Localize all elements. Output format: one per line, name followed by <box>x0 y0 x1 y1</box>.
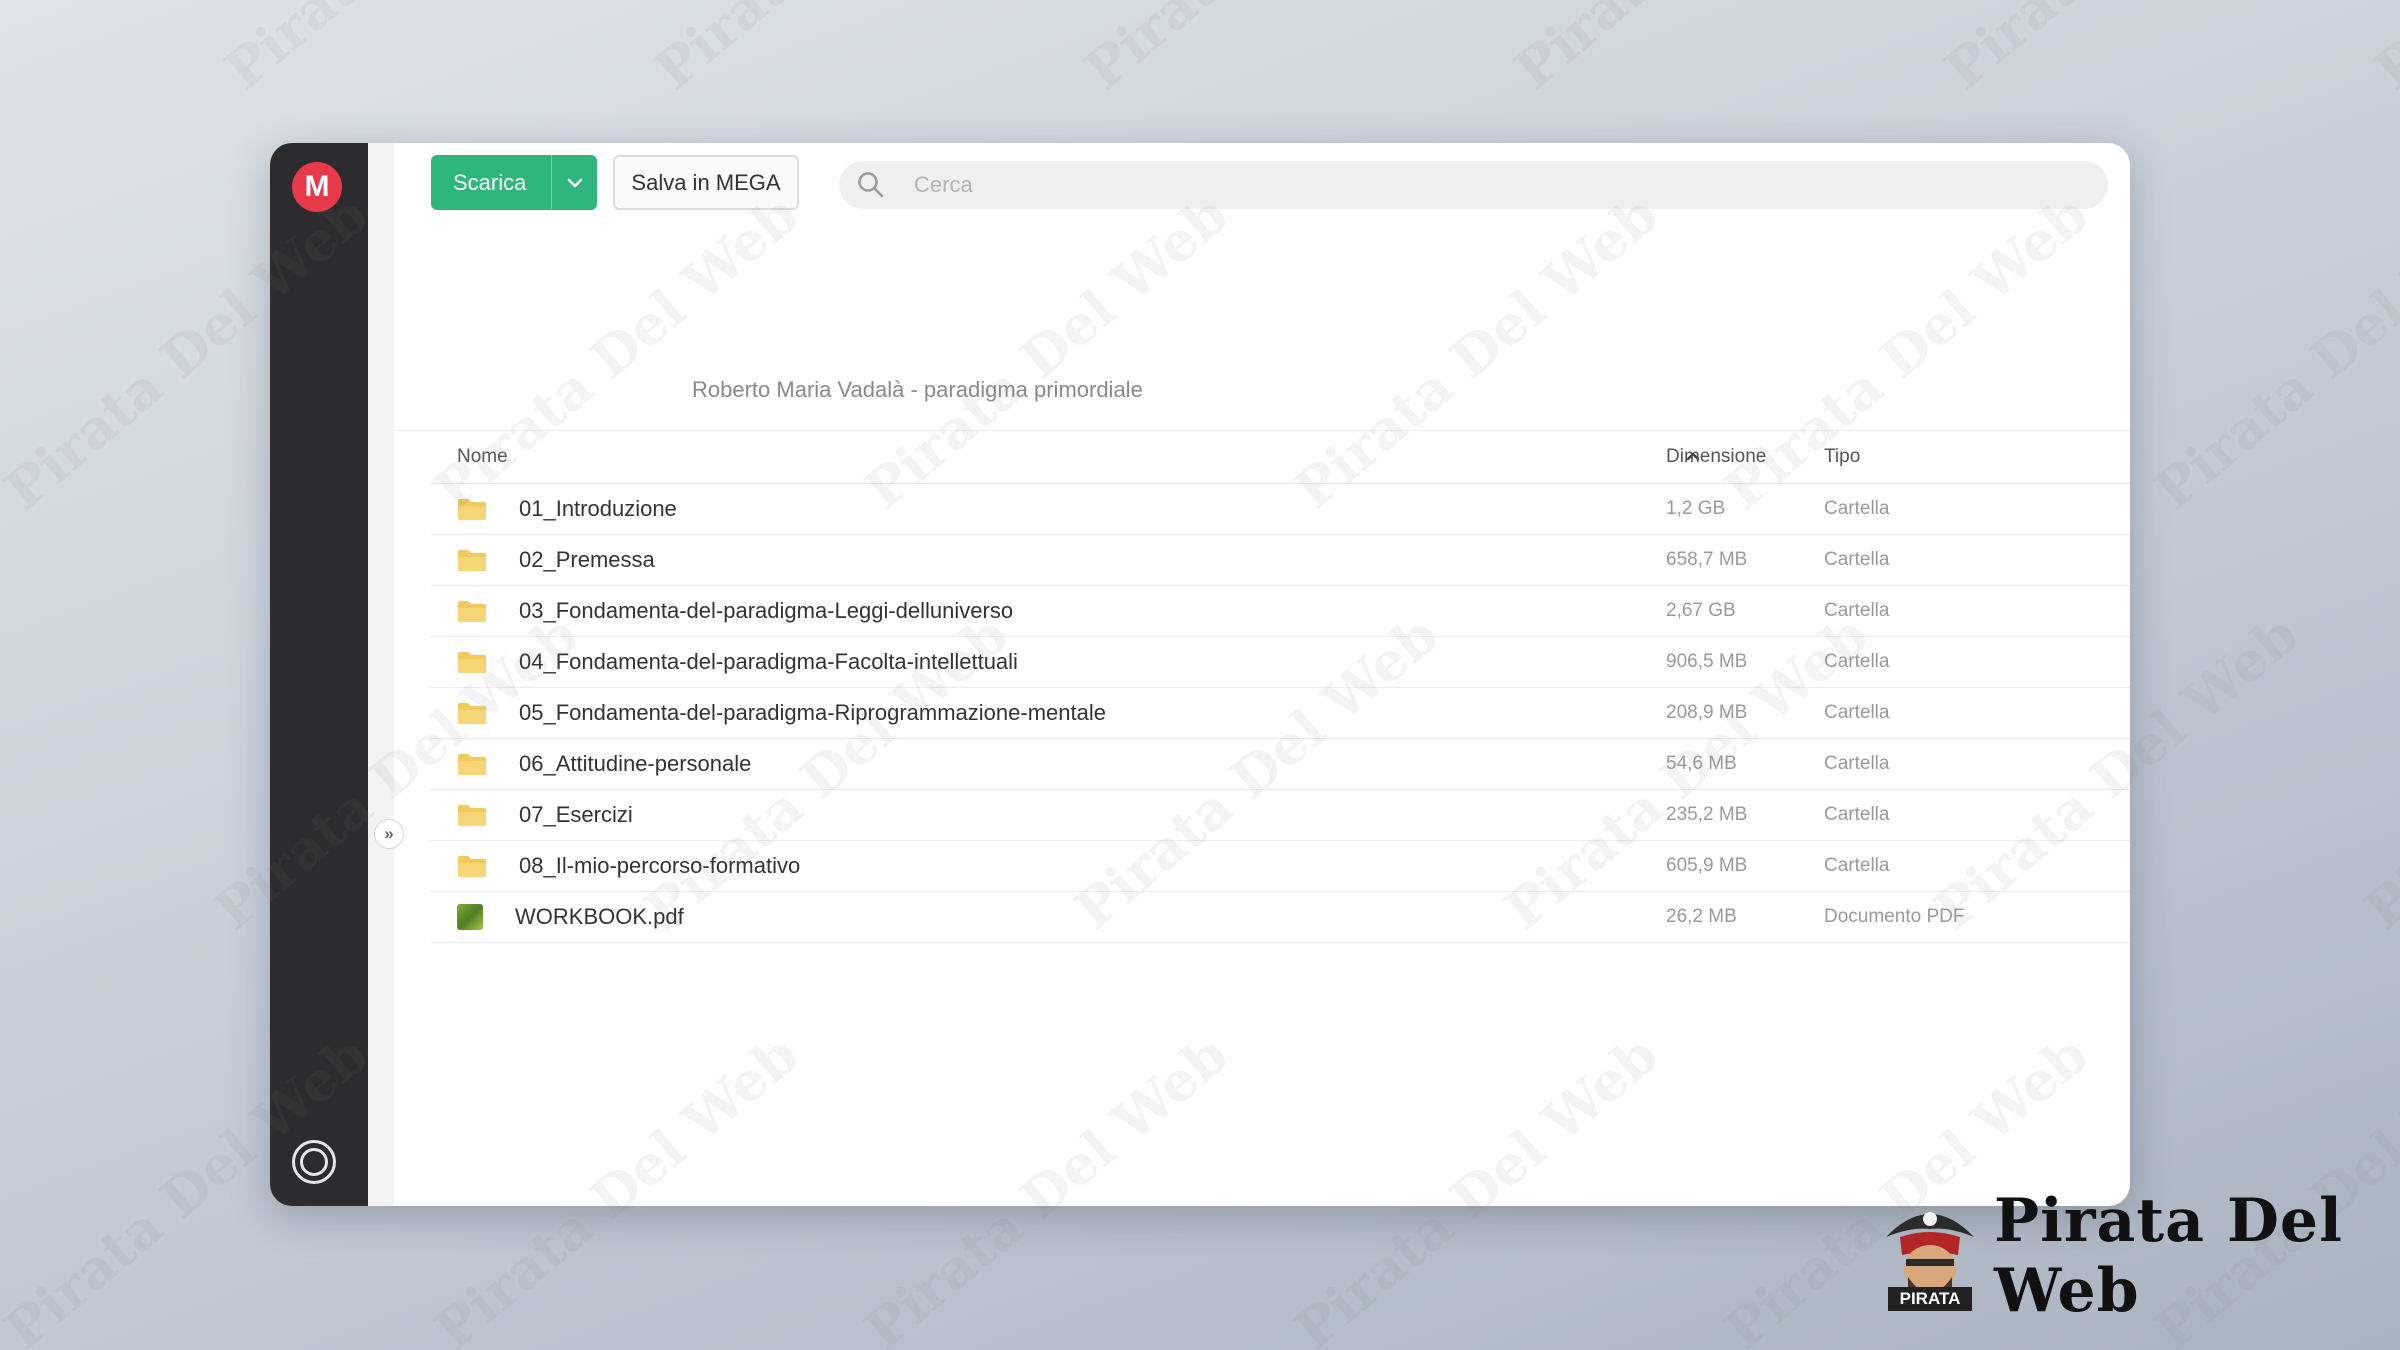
row-type: Cartella <box>1824 804 1890 825</box>
table-row[interactable]: 04_Fondamenta-del-paradigma-Facolta-inte… <box>430 637 2130 688</box>
watermark-text: Pirata Del Web <box>642 0 1030 102</box>
badge-label: PIRATA <box>1888 1287 1972 1311</box>
folder-icon <box>457 803 487 827</box>
search-icon <box>858 172 884 198</box>
row-type: Cartella <box>1824 753 1890 774</box>
row-size: 26,2 MB <box>1666 906 1737 927</box>
row-size: 2,67 GB <box>1666 600 1736 621</box>
account-status-icon[interactable] <box>292 1140 336 1184</box>
row-size: 605,9 MB <box>1666 855 1748 876</box>
row-name[interactable]: 06_Attitudine-personale <box>519 751 751 777</box>
table-row[interactable]: 01_Introduzione 1,2 GB Cartella <box>430 484 2130 535</box>
folder-icon <box>457 497 487 521</box>
folder-icon <box>457 650 487 674</box>
table-row[interactable]: 03_Fondamenta-del-paradigma-Leggi-dellun… <box>430 586 2130 637</box>
watermark-text: Pirata Del Web <box>2352 602 2400 942</box>
pirata-brand-logo: PIRATA Pirata Del Web <box>1878 1186 2400 1326</box>
table-row[interactable]: 02_Premessa 658,7 MB Cartella <box>430 535 2130 586</box>
row-type: Documento PDF <box>1824 906 1965 927</box>
row-type: Cartella <box>1824 855 1890 876</box>
watermark-text: Pirata Del Web <box>1932 0 2320 102</box>
row-name[interactable]: WORKBOOK.pdf <box>515 904 684 930</box>
watermark-text: Pirata Del Web <box>2362 0 2400 102</box>
row-size: 208,9 MB <box>1666 702 1748 723</box>
row-name[interactable]: 01_Introduzione <box>519 496 677 522</box>
watermark-text: Pirata Del Web <box>1502 0 1890 102</box>
search-input[interactable] <box>912 171 1932 199</box>
row-type: Cartella <box>1824 702 1890 723</box>
download-button[interactable]: Scarica <box>431 155 597 210</box>
download-button-label[interactable]: Scarica <box>431 170 551 196</box>
watermark-text: Pirata Del Web <box>1072 0 1460 102</box>
download-dropdown-chevron-icon[interactable] <box>552 177 597 189</box>
column-header-size[interactable]: Dimensione <box>1666 446 1766 467</box>
pdf-file-icon <box>457 904 483 930</box>
row-size: 906,5 MB <box>1666 651 1748 672</box>
search-bar[interactable] <box>839 161 2108 209</box>
watermark-text: Pirata Del Web <box>2142 182 2400 522</box>
row-name[interactable]: 03_Fondamenta-del-paradigma-Leggi-dellun… <box>519 598 1013 624</box>
row-type: Cartella <box>1824 498 1890 519</box>
mega-logo-icon[interactable]: M <box>292 162 342 212</box>
save-to-mega-button[interactable]: Salva in MEGA <box>613 155 799 210</box>
row-type: Cartella <box>1824 651 1890 672</box>
row-name[interactable]: 02_Premessa <box>519 547 655 573</box>
row-type: Cartella <box>1824 600 1890 621</box>
file-table: Nome Dimensione Tipo 01_Introduzione 1,2 … <box>430 431 2130 943</box>
table-row[interactable]: WORKBOOK.pdf 26,2 MB Documento PDF <box>430 892 2130 943</box>
watermark-text: Pirata Del Web <box>0 0 170 102</box>
row-type: Cartella <box>1824 549 1890 570</box>
column-header-name[interactable]: Nome <box>457 446 508 468</box>
table-row[interactable]: 07_Esercizi 235,2 MB Cartella <box>430 790 2130 841</box>
watermark-text: Pirata Del Web <box>212 0 600 102</box>
folder-icon <box>457 599 487 623</box>
table-row[interactable]: 06_Attitudine-personale 54,6 MB Cartella <box>430 739 2130 790</box>
table-header: Nome Dimensione Tipo <box>430 431 2130 484</box>
table-row[interactable]: 05_Fondamenta-del-paradigma-Riprogrammaz… <box>430 688 2130 739</box>
row-name[interactable]: 07_Esercizi <box>519 802 633 828</box>
folder-icon <box>457 701 487 725</box>
row-name[interactable]: 08_Il-mio-percorso-formativo <box>519 853 800 879</box>
table-row[interactable]: 08_Il-mio-percorso-formativo 605,9 MB Cart… <box>430 841 2130 892</box>
toolbar: Scarica Salva in MEGA <box>431 155 2108 211</box>
row-name[interactable]: 05_Fondamenta-del-paradigma-Riprogrammaz… <box>519 700 1106 726</box>
sidebar: M <box>270 143 368 1206</box>
row-size: 235,2 MB <box>1666 804 1748 825</box>
table-body: 01_Introduzione 1,2 GB Cartella 02_Premessa… <box>430 484 2130 943</box>
folder-icon <box>457 854 487 878</box>
row-size: 1,2 GB <box>1666 498 1726 519</box>
expand-sidebar-button[interactable]: » <box>374 819 404 849</box>
row-size: 658,7 MB <box>1666 549 1748 570</box>
row-name[interactable]: 04_Fondamenta-del-paradigma-Facolta-inte… <box>519 649 1018 675</box>
folder-icon <box>457 752 487 776</box>
sidebar-gutter <box>368 143 394 1206</box>
column-header-type[interactable]: Tipo <box>1824 446 1860 467</box>
pirate-badge-icon: PIRATA <box>1878 1197 1982 1315</box>
brand-name: Pirata Del Web <box>1994 1186 2343 1326</box>
folder-icon <box>457 548 487 572</box>
row-size: 54,6 MB <box>1666 753 1737 774</box>
sort-ascending-icon[interactable] <box>1684 449 1702 463</box>
app-window: M » Scarica Salva in MEGA Roberto Maria … <box>270 143 2130 1206</box>
breadcrumb[interactable]: Roberto Maria Vadalà - paradigma primord… <box>692 377 1143 403</box>
